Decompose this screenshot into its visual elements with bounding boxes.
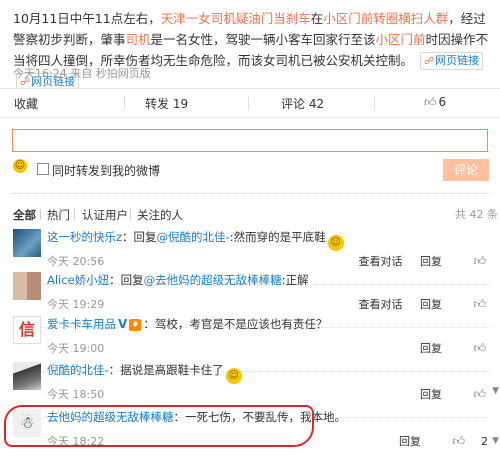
post-text-segment: 在 bbox=[310, 11, 324, 26]
comment-text: Alice娇小妞：回复@去他妈的超级无敌棒棒糖:正解 bbox=[47, 272, 487, 288]
divider bbox=[12, 193, 490, 194]
reply-button[interactable]: 回复 bbox=[420, 342, 442, 355]
view-conversation-button[interactable]: 查看对话 bbox=[358, 255, 402, 268]
comment-username[interactable]: 倪酷的北佳- bbox=[47, 363, 109, 377]
mention-link[interactable]: @去他妈的超级无敌棒棒糖 bbox=[144, 273, 282, 287]
topic-link[interactable]: 司机 bbox=[126, 32, 151, 47]
like-button[interactable]: 👍︎ 2 bbox=[438, 434, 488, 448]
topic-link[interactable]: 小区门前转圈横扫人群 bbox=[323, 11, 448, 26]
emoji-icon: ☺ bbox=[327, 235, 344, 251]
post-text-segment: 10月11日中午11点左右， bbox=[13, 11, 161, 26]
view-conversation-button[interactable]: 查看对话 bbox=[358, 298, 402, 311]
comment-body: :正解 bbox=[281, 273, 309, 287]
topic-link[interactable]: 小区门前 bbox=[376, 32, 426, 47]
scroll-down-icon[interactable]: ▼ bbox=[492, 386, 499, 396]
comment-text: 这一秒的快乐z：回复@倪酷的北佳-:然而穿的是平底鞋 ☺ bbox=[47, 229, 487, 251]
comment-body: :然而穿的是平底鞋 bbox=[229, 230, 326, 244]
comment-count: 共 42 条 bbox=[455, 208, 498, 221]
thumbs-up-icon: 👍︎ bbox=[473, 297, 486, 311]
scroll-down-icon[interactable]: ▼ bbox=[492, 436, 499, 446]
comment-text: 爱卡卡车用品 V ♦ ：驾校，考官是不是应该也有责任？ bbox=[47, 316, 487, 332]
post-text-segment: 是一名女性，驾驶一辆小客车回家行至该 bbox=[150, 32, 376, 47]
avatar[interactable]: 信 bbox=[13, 316, 41, 344]
comment-time: 今天 19:29 bbox=[47, 298, 105, 311]
filter-verified[interactable]: 认证用户 bbox=[82, 207, 128, 223]
submit-comment-button[interactable]: 评论 bbox=[443, 159, 489, 181]
emoji-picker-icon[interactable]: ☺ bbox=[13, 159, 27, 173]
divider bbox=[40, 209, 41, 220]
comment-username[interactable]: 这一秒的快乐z bbox=[47, 230, 122, 244]
topic-link[interactable]: 天津一女司机疑油门当刹车 bbox=[161, 11, 311, 26]
comment-actions: 查看对话 回复 👍︎ bbox=[344, 296, 488, 312]
post-meta: 今天16:24 来自 秒拍网页版 bbox=[13, 67, 151, 80]
avatar[interactable]: ☃ bbox=[13, 409, 41, 437]
vip-badge-icon: ♦ bbox=[129, 319, 142, 331]
thumbs-up-icon: 👍︎ bbox=[473, 341, 486, 355]
avatar[interactable] bbox=[13, 362, 41, 390]
comment-actions: 回复 👍︎ 2 bbox=[385, 433, 488, 449]
filter-all[interactable]: 全部 bbox=[13, 207, 36, 223]
web-link-tag[interactable]: ☍网页链接 bbox=[420, 52, 484, 70]
comment-prefix: ：回复 bbox=[122, 230, 157, 244]
repost-checkbox-label: 同时转发到我的微博 bbox=[52, 164, 161, 178]
comment-body: ：一死七伤，不要乱传，我本地。 bbox=[173, 410, 347, 424]
filter-hot[interactable]: 热门 bbox=[47, 207, 70, 223]
comment-time: 今天 18:50 bbox=[47, 388, 105, 401]
mention-link[interactable]: @倪酷的北佳- bbox=[157, 230, 230, 244]
reply-button[interactable]: 回复 bbox=[420, 388, 442, 401]
comment-button[interactable]: 评论 42 bbox=[281, 95, 324, 112]
like-button[interactable]: 👍︎ bbox=[459, 387, 488, 401]
filter-following[interactable]: 关注的人 bbox=[137, 207, 183, 223]
web-link-label: 网页链接 bbox=[435, 54, 480, 67]
comment-time: 今天 18:22 bbox=[47, 435, 105, 448]
comment-item: ☃ 去他妈的超级无敌棒棒糖：一死七伤，不要乱传，我本地。 今天 18:22 回复… bbox=[0, 409, 500, 465]
divider bbox=[248, 96, 249, 110]
like-button[interactable]: 👍︎ bbox=[459, 297, 488, 311]
post-action-bar: 收藏 转发 19 评论 42 👍︎ 6 bbox=[0, 88, 500, 118]
reply-button[interactable]: 回复 bbox=[420, 298, 442, 311]
divider bbox=[374, 96, 375, 110]
comment-username[interactable]: Alice娇小妞 bbox=[47, 273, 109, 287]
link-icon: ☍ bbox=[424, 56, 435, 67]
like-count: 2 bbox=[481, 435, 488, 448]
divider bbox=[124, 96, 125, 110]
emoji-icon: ☺ bbox=[225, 368, 242, 384]
reply-button[interactable]: 回复 bbox=[399, 435, 421, 448]
favorite-button[interactable]: 收藏 bbox=[14, 95, 38, 112]
thumbs-up-icon: 👍︎ bbox=[424, 95, 437, 109]
thumbs-up-icon: 👍︎ bbox=[473, 387, 486, 401]
comment-actions: 查看对话 回复 👍︎ bbox=[344, 253, 488, 269]
comment-actions: 回复 👍︎ bbox=[406, 340, 488, 356]
like-button[interactable]: 👍︎ 6 bbox=[424, 95, 446, 110]
reply-button[interactable]: 回复 bbox=[420, 255, 442, 268]
like-button[interactable]: 👍︎ bbox=[459, 254, 488, 268]
divider bbox=[74, 209, 75, 220]
comment-text: 倪酷的北佳-：据说是高跟鞋卡住了 ☺ bbox=[47, 362, 487, 384]
divider bbox=[130, 209, 131, 220]
avatar[interactable] bbox=[13, 229, 41, 257]
comment-actions: 回复 👍︎ bbox=[406, 386, 488, 402]
comment-username[interactable]: 爱卡卡车用品 bbox=[47, 317, 116, 331]
comment-username[interactable]: 去他妈的超级无敌棒棒糖 bbox=[47, 410, 174, 424]
like-count: 6 bbox=[438, 95, 447, 109]
like-button[interactable]: 👍︎ bbox=[459, 341, 488, 355]
repost-button[interactable]: 转发 19 bbox=[145, 95, 188, 112]
verified-badge-icon: V bbox=[118, 317, 128, 331]
comment-text: 去他妈的超级无敌棒棒糖：一死七伤，不要乱传，我本地。 bbox=[47, 409, 487, 425]
comment-body: ：据说是高跟鞋卡住了 bbox=[108, 363, 224, 377]
comment-time: 今天 20:56 bbox=[47, 255, 105, 268]
thumbs-up-icon: 👍︎ bbox=[452, 434, 465, 448]
repost-checkbox[interactable] bbox=[37, 163, 49, 175]
avatar[interactable] bbox=[13, 272, 41, 300]
comment-body: ：驾校，考官是不是应该也有责任？ bbox=[143, 317, 328, 331]
comment-input[interactable] bbox=[12, 129, 488, 152]
comment-time: 今天 19:00 bbox=[47, 342, 105, 355]
thumbs-up-icon: 👍︎ bbox=[473, 254, 486, 268]
comment-prefix: ：回复 bbox=[109, 273, 144, 287]
